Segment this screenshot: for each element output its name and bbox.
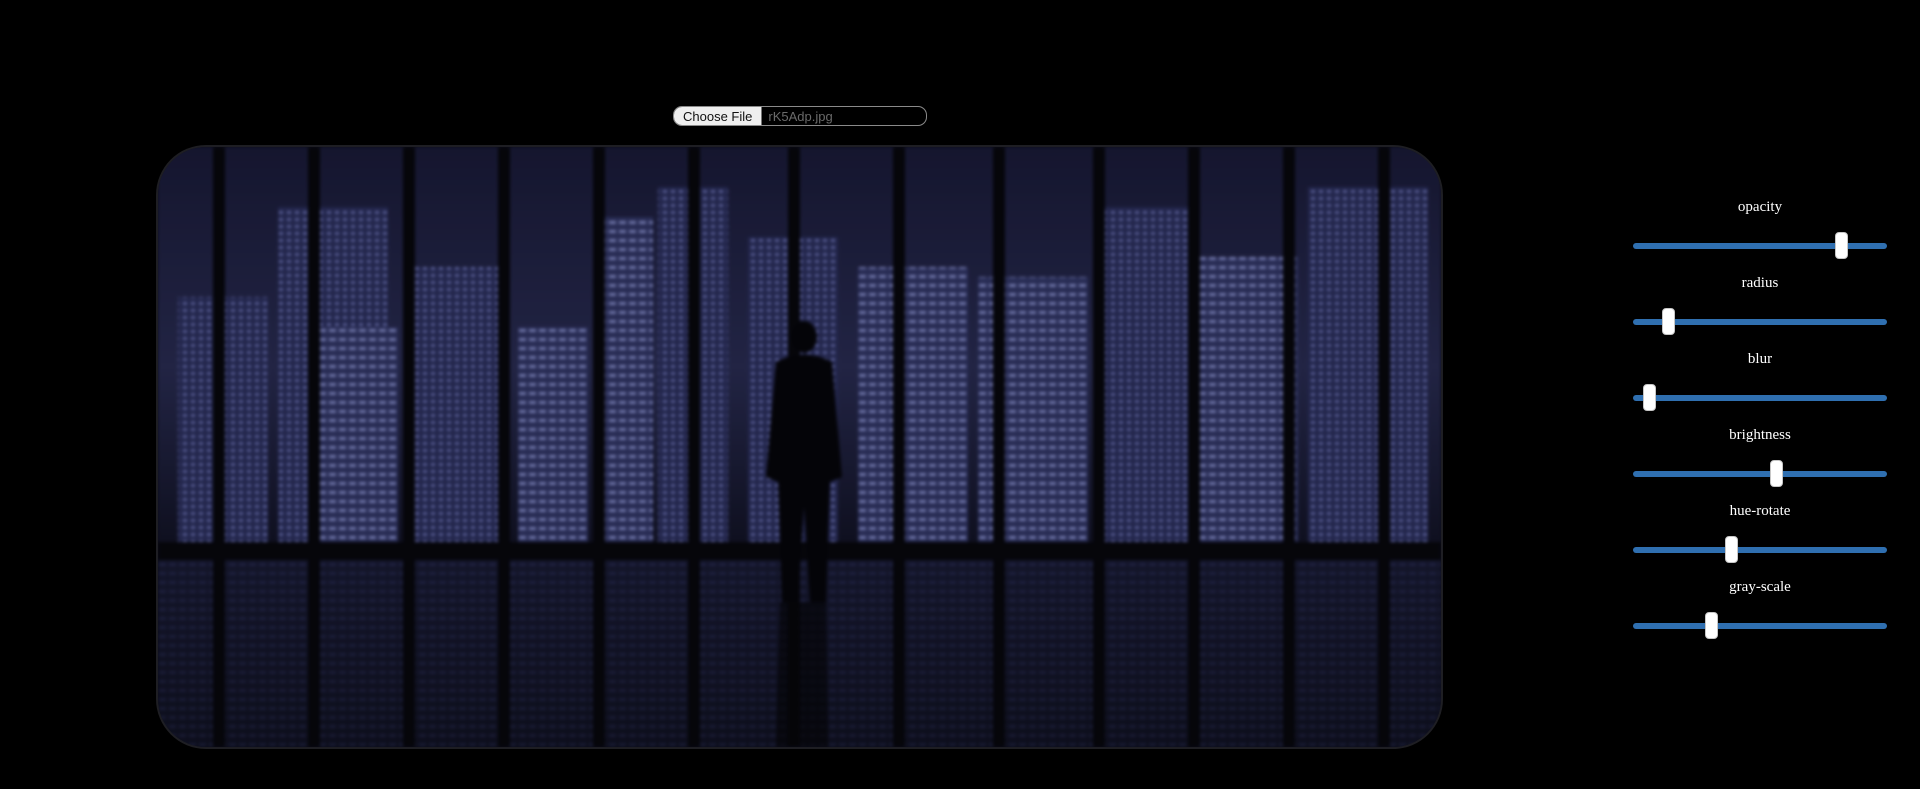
- choose-file-button[interactable]: Choose File: [674, 107, 763, 125]
- radius-slider-thumb[interactable]: [1661, 308, 1675, 335]
- blur-label: blur: [1747, 351, 1773, 367]
- control-gray-scale: gray-scale: [1630, 576, 1890, 652]
- gray-scale-slider[interactable]: [1633, 612, 1887, 639]
- gray-scale-label: gray-scale: [1729, 579, 1791, 595]
- control-blur: blur: [1630, 348, 1890, 424]
- control-opacity: opacity: [1630, 196, 1890, 272]
- file-input[interactable]: Choose File rK5Adp.jpg: [673, 106, 927, 126]
- gray-scale-slider-thumb[interactable]: [1705, 612, 1719, 639]
- radius-slider[interactable]: [1633, 308, 1887, 335]
- brightness-slider[interactable]: [1633, 460, 1887, 487]
- control-hue-rotate: hue-rotate: [1630, 500, 1890, 576]
- control-brightness: brightness: [1630, 424, 1890, 500]
- blur-slider-thumb[interactable]: [1642, 384, 1656, 411]
- hue-rotate-slider[interactable]: [1633, 536, 1887, 563]
- preview-image: [158, 147, 1441, 747]
- filter-controls: opacity radius blur brightness hue-rotat…: [1630, 196, 1890, 652]
- opacity-label: opacity: [1737, 199, 1783, 215]
- brightness-label: brightness: [1729, 427, 1791, 443]
- page: Choose File rK5Adp.jpg opacity radius bl…: [0, 0, 1920, 789]
- file-name: rK5Adp.jpg: [768, 108, 833, 124]
- city-night-image: [158, 147, 1441, 747]
- blur-slider[interactable]: [1633, 384, 1887, 411]
- radius-label: radius: [1741, 275, 1779, 291]
- opacity-slider[interactable]: [1633, 232, 1887, 259]
- brightness-slider-thumb[interactable]: [1770, 460, 1784, 487]
- opacity-slider-thumb[interactable]: [1835, 232, 1849, 259]
- control-radius: radius: [1630, 272, 1890, 348]
- hue-rotate-label: hue-rotate: [1729, 503, 1791, 519]
- hue-rotate-slider-thumb[interactable]: [1724, 536, 1738, 563]
